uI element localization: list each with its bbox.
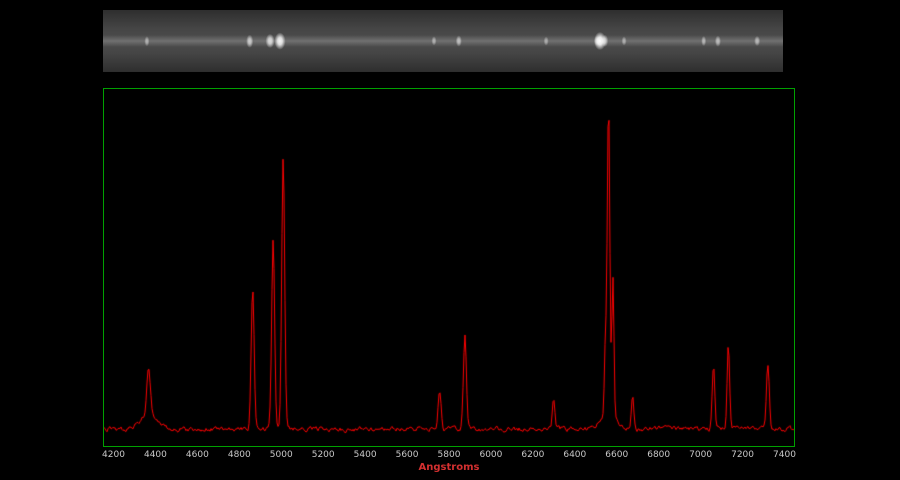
continuum-band	[103, 35, 783, 47]
emission-line-spot	[754, 36, 760, 46]
spectrum-strip-image	[103, 10, 783, 72]
x-tick-label: 6800	[647, 450, 670, 460]
x-tick-label: 4200	[102, 450, 125, 460]
app-window: 4200 4400 4600 4800 5000 5200 5400 5600 5800 6000…	[0, 0, 900, 480]
x-axis-ticks: 4200 4400 4600 4800 5000 5200 5400 5600 5800 6000…	[103, 450, 795, 462]
emission-line-spot	[144, 36, 149, 46]
x-tick-label: 7400	[773, 450, 796, 460]
emission-line-spot	[601, 35, 609, 47]
x-tick-label: 6000	[479, 450, 502, 460]
x-tick-label: 7000	[689, 450, 712, 460]
spectrum-trace-canvas[interactable]	[104, 89, 794, 446]
x-tick-label: 5600	[396, 450, 419, 460]
x-tick-label: 4600	[186, 450, 209, 460]
profile-plot-panel	[103, 88, 795, 447]
emission-line-spot	[621, 36, 626, 45]
x-tick-label: 5000	[270, 450, 293, 460]
emission-line-spot	[265, 34, 274, 48]
x-tick-label: 4400	[144, 450, 167, 460]
x-axis-label: Angstroms	[103, 462, 795, 473]
x-tick-label: 6600	[605, 450, 628, 460]
emission-line-spot	[701, 36, 707, 46]
emission-line-spot	[246, 35, 254, 48]
emission-line-spot	[544, 37, 549, 46]
x-tick-label: 5400	[354, 450, 377, 460]
emission-line-spot	[715, 36, 721, 47]
x-tick-label: 5200	[312, 450, 335, 460]
x-tick-label: 5800	[438, 450, 461, 460]
x-tick-label: 7200	[731, 450, 754, 460]
x-tick-label: 6200	[521, 450, 544, 460]
emission-line-spot	[274, 33, 285, 50]
x-tick-label: 6400	[563, 450, 586, 460]
x-tick-label: 4800	[228, 450, 251, 460]
